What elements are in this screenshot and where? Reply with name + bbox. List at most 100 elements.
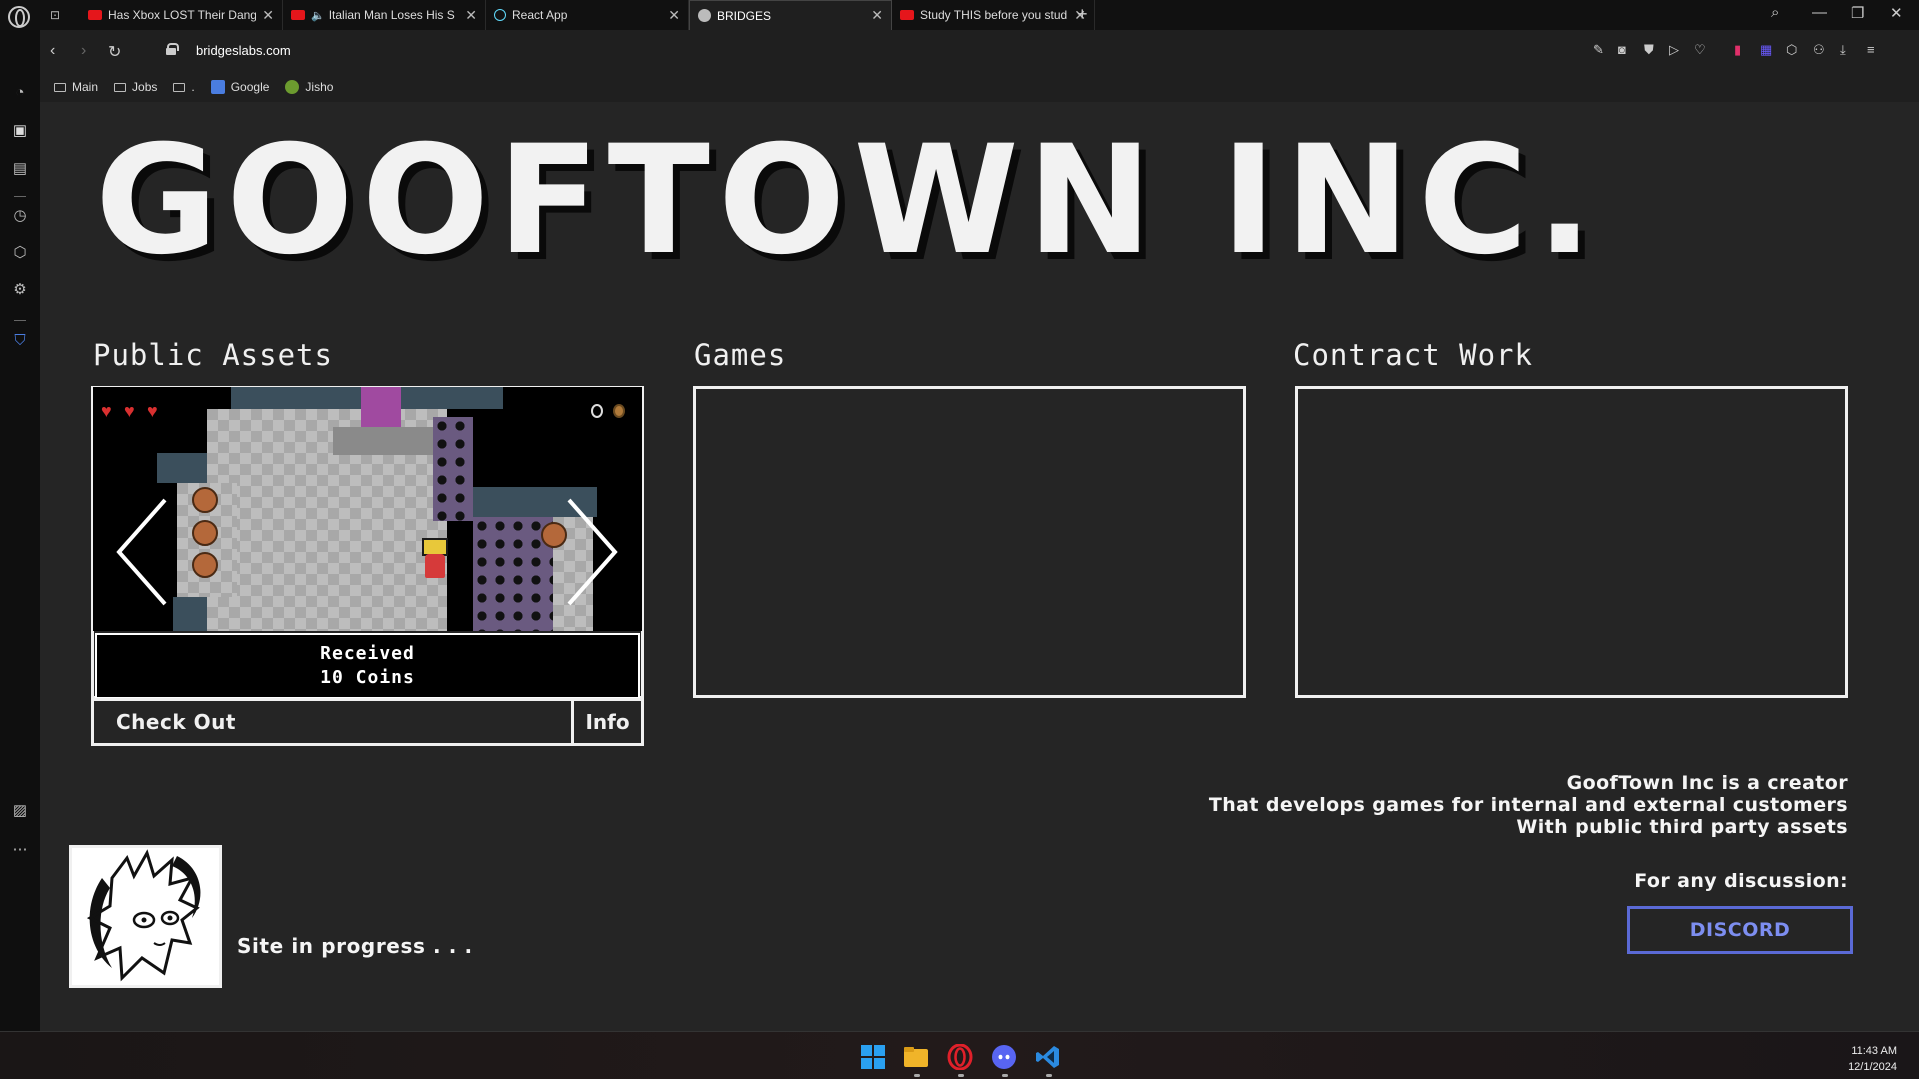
search-icon[interactable]: ⌕ <box>1771 4 1779 21</box>
youtube-icon <box>900 10 914 20</box>
windows-start-icon[interactable] <box>860 1044 886 1070</box>
pot <box>192 487 218 513</box>
site-progress-text: Site in progress . . . <box>237 934 473 958</box>
tab-search-icon[interactable]: ⊡ <box>50 8 66 22</box>
edit-icon[interactable]: ✎ <box>1593 42 1604 58</box>
spike-pit <box>433 417 473 521</box>
bookmark-label: Google <box>230 80 270 94</box>
close-window-icon[interactable]: ✕ <box>1890 4 1903 22</box>
game-screenshot: ♥ ♥ ♥ <box>93 387 642 631</box>
vscode-icon[interactable] <box>1035 1044 1061 1070</box>
bookmark-label: . <box>191 80 195 94</box>
tab-4[interactable]: Study THIS before you stud ✕ <box>892 0 1095 30</box>
url-field[interactable]: bridgeslabs.com <box>196 43 291 58</box>
about-text: GoofTown Inc is a creator That develops … <box>1209 772 1848 838</box>
opera-icon[interactable] <box>947 1044 973 1070</box>
tabs-icon[interactable]: ▤ <box>11 160 29 178</box>
camera-icon[interactable]: ◙ <box>1618 42 1626 57</box>
minimize-icon[interactable]: — <box>1812 4 1827 21</box>
running-indicator <box>1002 1074 1008 1077</box>
back-icon[interactable]: ‹ <box>50 42 55 60</box>
tab-list: Has Xbox LOST Their Dang ✕ 🔈 Italian Man… <box>80 0 1095 30</box>
file-explorer-icon[interactable] <box>903 1044 929 1070</box>
menu-icon[interactable]: ≡ <box>1867 42 1875 57</box>
tab-1[interactable]: 🔈 Italian Man Loses His S ✕ <box>283 0 486 30</box>
discord-icon[interactable] <box>991 1044 1017 1070</box>
games-heading: Games <box>694 338 787 372</box>
restore-icon[interactable]: ❐ <box>1851 4 1864 22</box>
settings-icon[interactable]: ⚙ <box>11 281 29 299</box>
tab-bar: ⊡ Has Xbox LOST Their Dang ✕ 🔈 Italian M… <box>0 0 1919 30</box>
coin-counter-icon <box>591 404 603 418</box>
info-button[interactable]: Info <box>574 701 641 743</box>
address-bar: ‹ › ↻ bridgeslabs.com ✎ ◙ ⛊ ▷ ♡ ▮ ▦ ⬡ ⚇ … <box>40 30 1919 72</box>
tab-title: Study THIS before you stud <box>920 8 1068 22</box>
tab-2[interactable]: React App ✕ <box>486 0 689 30</box>
discussion-label: For any discussion: <box>1634 870 1848 892</box>
more-icon[interactable]: ⋯ <box>11 841 29 859</box>
tab-title: BRIDGES <box>717 8 772 23</box>
stairs <box>333 427 433 455</box>
about-line-1: GoofTown Inc is a creator <box>1566 772 1848 794</box>
carousel-prev-button[interactable] <box>113 492 173 612</box>
send-icon[interactable]: ▷ <box>1669 42 1679 58</box>
discord-button[interactable]: DISCORD <box>1627 906 1853 954</box>
close-tab-icon[interactable]: ✕ <box>668 7 680 24</box>
clock-date: 12/1/2024 <box>1848 1061 1897 1073</box>
shield-icon[interactable]: ⛊ <box>1644 42 1654 58</box>
bookmarks-bar: Main Jobs . Google Jisho <box>40 72 1919 102</box>
bookmark-dot[interactable]: . <box>173 80 195 94</box>
history-icon[interactable]: ◷ <box>11 207 29 225</box>
opera-menu-icon[interactable] <box>8 6 30 28</box>
tab-0[interactable]: Has Xbox LOST Their Dang ✕ <box>80 0 283 30</box>
speed-dial-icon[interactable]: ◔ <box>11 84 29 102</box>
site-title: GOOFTOWN INC. <box>95 114 1602 288</box>
extension-icon[interactable]: ▮ <box>1734 42 1741 58</box>
site-icon <box>698 9 711 22</box>
forward-icon[interactable]: › <box>81 42 86 60</box>
running-indicator <box>958 1074 964 1077</box>
bookmark-main[interactable]: Main <box>54 80 98 94</box>
pot <box>192 520 218 546</box>
clock-time: 11:43 AM <box>1851 1045 1897 1057</box>
contract-work-heading: Contract Work <box>1293 338 1533 372</box>
bookmark-label: Jobs <box>132 80 158 94</box>
new-tab-icon[interactable]: + <box>1077 4 1088 25</box>
gallery-icon[interactable]: ▨ <box>11 802 29 820</box>
google-icon <box>210 80 225 94</box>
bookmark-google[interactable]: Google <box>210 80 270 94</box>
close-tab-icon[interactable]: ✕ <box>262 7 274 24</box>
carousel-next-button[interactable] <box>561 492 621 612</box>
twitch-icon[interactable]: ▣ <box>11 122 29 140</box>
close-tab-icon[interactable]: ✕ <box>871 7 883 24</box>
lock-icon[interactable] <box>166 43 179 55</box>
cube-icon[interactable]: ⬡ <box>1786 42 1797 58</box>
chevron-right-icon <box>567 498 618 606</box>
react-icon <box>494 9 506 21</box>
reload-icon[interactable]: ↻ <box>108 42 121 62</box>
bookmark-jobs[interactable]: Jobs <box>114 80 157 94</box>
extension-icon[interactable]: ▦ <box>1760 42 1772 58</box>
bitwarden-icon[interactable]: ⛉ <box>11 332 29 350</box>
about-line-3: With public third party assets <box>1516 816 1848 838</box>
bookmark-label: Jisho <box>305 80 334 94</box>
bookmark-jisho[interactable]: Jisho <box>285 80 333 94</box>
heart-icon: ♥ <box>101 401 112 421</box>
bookmark-label: Main <box>72 80 99 94</box>
download-icon[interactable]: ⤓ <box>1840 42 1846 58</box>
running-indicator <box>1046 1074 1052 1077</box>
check-out-button[interactable]: Check Out <box>94 701 574 743</box>
tab-3[interactable]: BRIDGES ✕ <box>689 0 892 30</box>
close-tab-icon[interactable]: ✕ <box>465 7 477 24</box>
profile-icon[interactable]: ⚇ <box>1813 42 1825 58</box>
games-panel <box>693 386 1246 698</box>
heart-icon[interactable]: ♡ <box>1694 42 1706 58</box>
cube-icon[interactable]: ⬡ <box>11 244 29 262</box>
game-dialog: Received 10 Coins <box>95 633 640 699</box>
pot <box>192 552 218 578</box>
public-assets-heading: Public Assets <box>93 338 333 372</box>
system-clock[interactable]: 11:43 AM 12/1/2024 <box>1848 1043 1897 1075</box>
audio-playing-icon[interactable]: 🔈 <box>311 9 325 22</box>
heart-icon: ♥ <box>147 401 158 421</box>
tab-title: Italian Man Loses His S <box>328 8 455 22</box>
